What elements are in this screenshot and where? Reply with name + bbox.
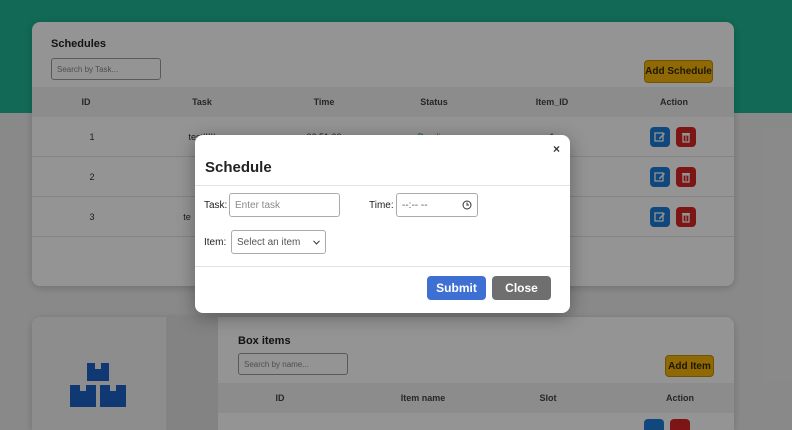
item-select-value: Select an item: [237, 236, 301, 248]
time-value: --:-- --: [402, 199, 428, 211]
time-label: Time:: [369, 200, 394, 211]
modal-title: Schedule: [205, 159, 272, 176]
task-input[interactable]: Enter task: [229, 193, 340, 217]
close-button[interactable]: Close: [492, 276, 551, 300]
task-label: Task:: [204, 200, 228, 211]
modal-divider: [195, 185, 570, 186]
time-input[interactable]: --:-- --: [396, 193, 478, 217]
clock-icon[interactable]: [462, 200, 472, 210]
modal-footer-divider: [195, 266, 570, 267]
item-label: Item:: [204, 237, 227, 248]
close-icon[interactable]: ×: [553, 142, 560, 156]
submit-button[interactable]: Submit: [427, 276, 486, 300]
schedule-modal: × Schedule Task: Enter task Time: --:-- …: [195, 135, 570, 313]
item-select[interactable]: Select an item: [231, 230, 326, 254]
chevron-down-icon: [313, 239, 320, 245]
